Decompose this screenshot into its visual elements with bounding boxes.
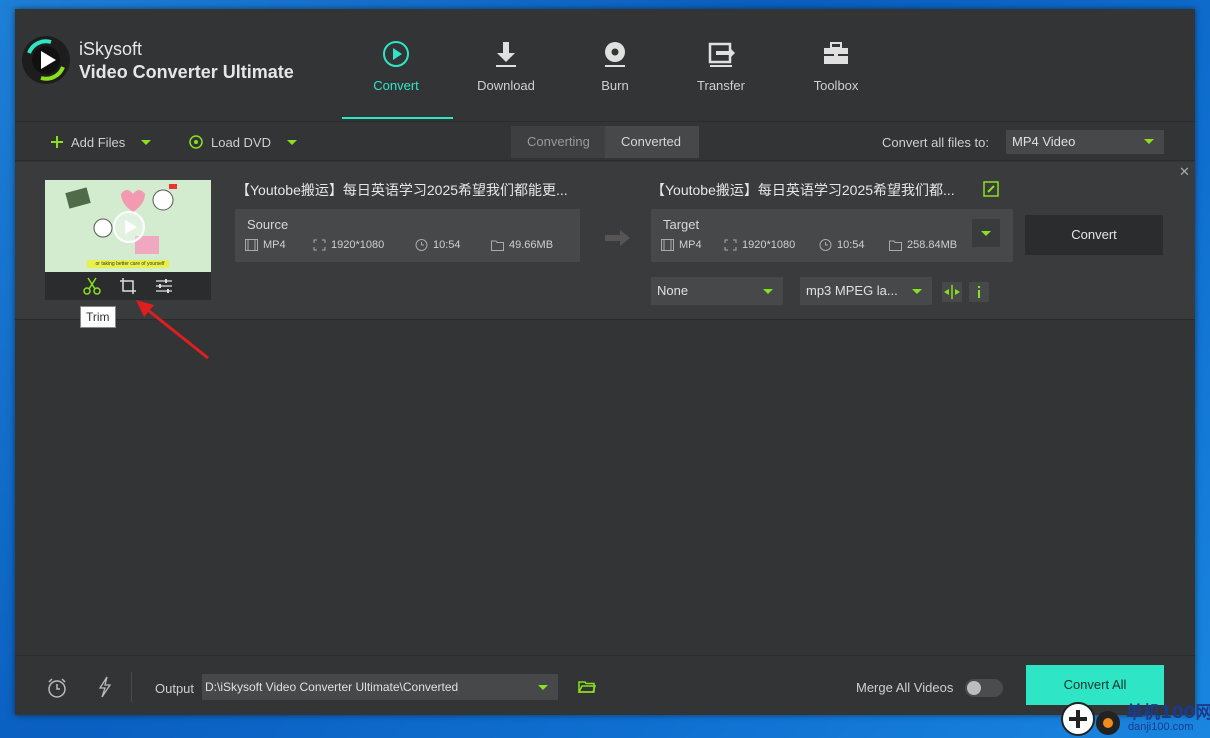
toggle-knob [967, 681, 981, 695]
tab-download-label: Download [477, 78, 535, 93]
output-format-select[interactable]: MP4 Video [1006, 130, 1164, 154]
split-icon [944, 285, 960, 299]
tab-convert[interactable]: Convert [341, 39, 451, 119]
target-duration: 10:54 [819, 239, 865, 251]
header: iSkysoft Video Converter Ultimate Conver… [15, 9, 1195, 119]
audio-track-value: mp3 MPEG la... [806, 283, 898, 298]
source-duration: 10:54 [415, 239, 461, 251]
chevron-down-icon [763, 289, 773, 294]
tab-converted[interactable]: Converted [605, 126, 699, 158]
download-icon [496, 42, 516, 67]
tab-transfer-label: Transfer [697, 78, 745, 93]
resolution-icon [313, 239, 326, 251]
tab-converting[interactable]: Converting [511, 126, 605, 158]
plus-icon [51, 136, 63, 148]
output-path-value: D:\iSkysoft Video Converter Ultimate\Con… [205, 680, 459, 694]
audio-track-select[interactable]: mp3 MPEG la... [800, 277, 932, 305]
bottom-bar: Output D:\iSkysoft Video Converter Ultim… [15, 655, 1195, 715]
arrow-right-icon [605, 230, 630, 246]
open-folder-icon[interactable] [578, 680, 596, 694]
info-button[interactable] [969, 282, 989, 302]
add-files-label: Add Files [71, 134, 126, 150]
clock-icon [819, 239, 832, 251]
tab-convert-label: Convert [373, 78, 419, 93]
adjust-icon[interactable] [154, 276, 174, 296]
source-file-name: 【Youtobe搬运】每日英语学习2025希望我们都能更... [236, 182, 568, 198]
watermark-logo-icon [1061, 702, 1120, 736]
source-size: 49.66MB [491, 239, 553, 251]
play-icon[interactable] [112, 210, 146, 244]
thumbnail-caption: or taking better care of yourself [95, 261, 165, 267]
chevron-down-icon [912, 289, 922, 294]
chevron-down-icon [538, 685, 548, 690]
source-resolution: 1920*1080 [313, 239, 384, 251]
convert-all-to-label: Convert all files to: [882, 135, 989, 150]
film-icon [245, 239, 258, 251]
folder-icon [491, 240, 504, 251]
trim-tooltip: Trim [80, 306, 116, 328]
source-info: Source MP4 1920*1080 10:54 49.66MB [235, 209, 580, 262]
product-name: Video Converter Ultimate [79, 62, 294, 82]
bottom-divider [131, 672, 132, 702]
transfer-icon [708, 42, 735, 67]
source-format: MP4 [245, 239, 286, 251]
load-dvd-button[interactable]: Load DVD [189, 132, 297, 152]
convert-icon [383, 41, 409, 67]
chevron-down-icon[interactable] [286, 139, 297, 145]
film-icon [661, 239, 674, 251]
tab-transfer[interactable]: Transfer [666, 39, 776, 119]
convert-button[interactable]: Convert [1025, 215, 1163, 255]
merge-subtitle-button[interactable] [942, 282, 962, 302]
tab-toolbox-label: Toolbox [813, 78, 859, 93]
brand-name: iSkysoft [79, 39, 143, 59]
resolution-icon [724, 239, 737, 251]
info-icon [978, 286, 980, 298]
target-format: MP4 [661, 239, 702, 251]
target-resolution: 1920*1080 [724, 239, 795, 251]
source-header: Source [247, 217, 289, 232]
app-logo-icon [22, 36, 70, 84]
lightning-icon[interactable] [98, 676, 112, 698]
red-arrow-annotation [136, 300, 209, 360]
active-tab-indicator [342, 117, 453, 119]
tab-download[interactable]: Download [451, 39, 561, 119]
add-files-button[interactable]: Add Files [51, 132, 152, 152]
target-file-name: 【Youtobe搬运】每日英语学习2025希望我们都... [651, 182, 955, 198]
remove-file-icon[interactable]: ✕ [1179, 164, 1190, 180]
scissors-icon[interactable] [82, 276, 102, 296]
alarm-icon[interactable] [46, 677, 68, 699]
target-header: Target [663, 217, 700, 232]
output-format-value: MP4 Video [1012, 134, 1076, 149]
chevron-down-icon [981, 231, 991, 236]
crop-icon[interactable] [118, 276, 138, 296]
watermark-title: 单机100网 [1126, 703, 1210, 723]
clock-icon [415, 239, 428, 251]
merge-all-label: Merge All Videos [856, 680, 954, 695]
subtitle-select-value: None [657, 283, 689, 298]
chevron-down-icon [1144, 139, 1154, 144]
video-thumbnail[interactable]: or taking better care of yourself [45, 180, 211, 272]
dvd-icon [189, 135, 203, 149]
toolbox-icon [824, 42, 848, 64]
output-label: Output [155, 681, 195, 696]
tab-burn[interactable]: Burn [560, 39, 670, 119]
output-path-select[interactable]: D:\iSkysoft Video Converter Ultimate\Con… [202, 674, 558, 700]
subtitle-select[interactable]: None [651, 277, 783, 305]
target-info: Target MP4 1920*1080 10:54 258.84MB [651, 209, 1013, 262]
watermark: 单机100网 danji100.com [1060, 695, 1210, 738]
watermark-url: danji100.com [1128, 721, 1194, 733]
folder-icon [889, 240, 902, 251]
edit-icon[interactable] [983, 181, 999, 197]
burn-icon [605, 42, 625, 67]
toolbar: Add Files Load DVD Converting Converted … [15, 121, 1195, 161]
target-format-dropdown[interactable] [972, 219, 1000, 247]
merge-all-toggle[interactable] [965, 679, 1003, 697]
target-size: 258.84MB [889, 239, 957, 251]
load-dvd-label: Load DVD [211, 134, 271, 150]
tab-toolbox[interactable]: Toolbox [781, 39, 891, 119]
status-tabs: Converting Converted [511, 126, 699, 158]
tab-burn-label: Burn [601, 78, 629, 93]
chevron-down-icon[interactable] [141, 139, 152, 145]
